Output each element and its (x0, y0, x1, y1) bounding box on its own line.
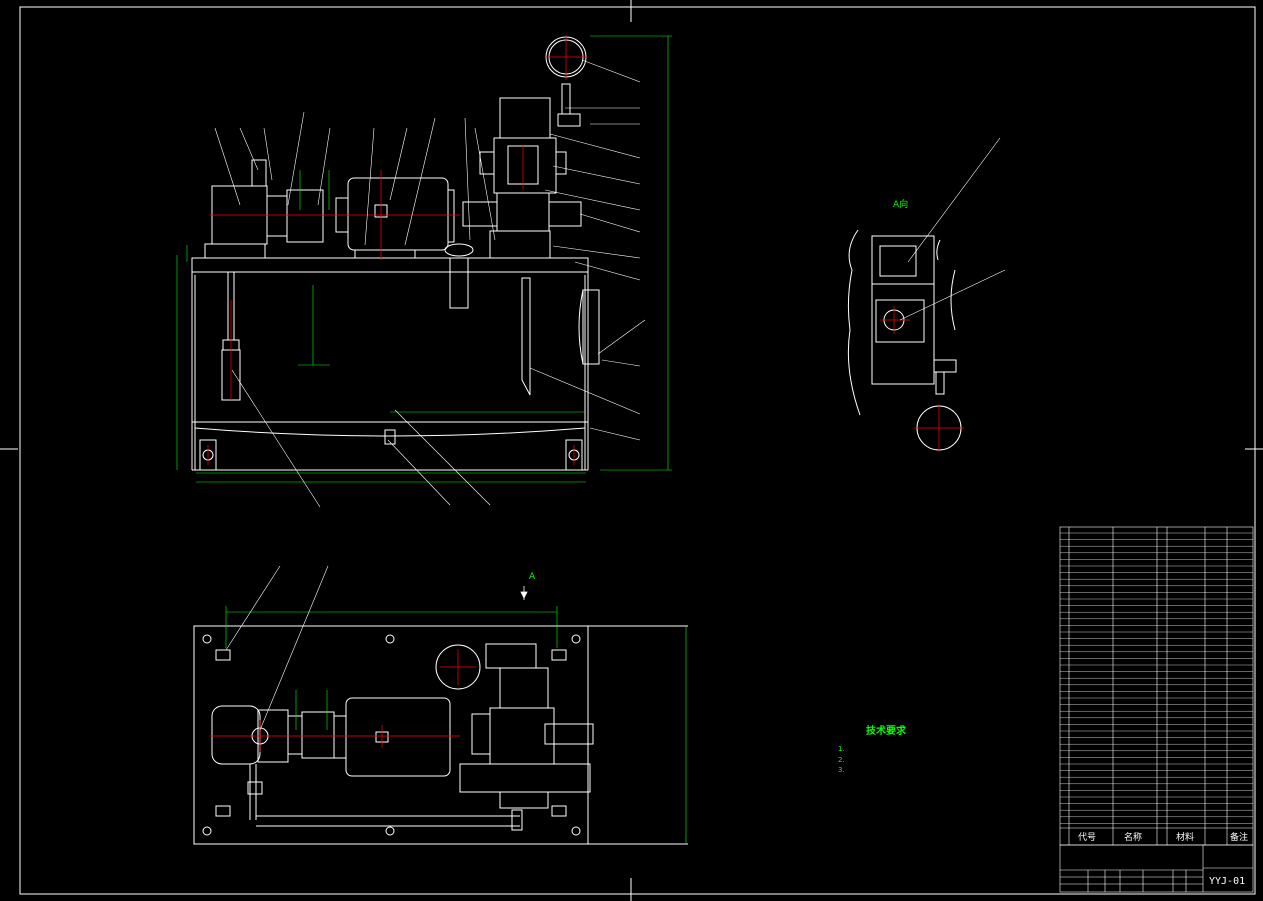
bom-header-name: 名称 (1124, 833, 1143, 843)
cad-drawing (0, 0, 1263, 901)
tech-requirement-2: 2. (838, 755, 845, 764)
top-view (193, 625, 688, 845)
tech-requirement-1: 1. (838, 745, 845, 753)
front-view-dimensions (176, 35, 672, 483)
bom-header-material: 材料 (1176, 833, 1195, 843)
top-view-dimensions (225, 606, 687, 844)
bom-table (1059, 526, 1254, 846)
view-a-label: A向 (893, 200, 909, 210)
view-arrow-label: A (529, 572, 536, 582)
drawing-frame (0, 0, 1263, 901)
view-a (847, 229, 962, 451)
top-view-leaders (225, 565, 329, 731)
view-a-leaders (899, 137, 1006, 321)
front-view (191, 36, 600, 471)
tech-requirement-3: 3. (838, 766, 845, 774)
tech-requirements-list: 1. 2. 3. (838, 744, 845, 776)
tech-requirements-title: 技术要求 (866, 726, 906, 737)
bom-header-note: 备注 (1230, 833, 1249, 843)
view-arrow-a (520, 586, 528, 600)
bom-header-code: 代号 (1078, 833, 1097, 843)
view-a-centerlines (880, 306, 964, 452)
bom-rows (1060, 532, 1253, 824)
drawing-number: YYJ-01 (1209, 876, 1246, 887)
